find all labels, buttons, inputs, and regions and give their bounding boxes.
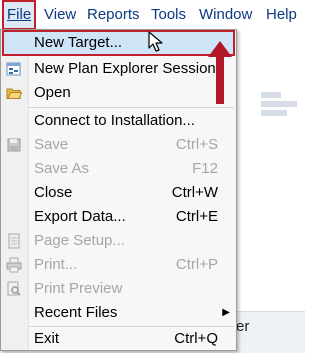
annotation-arrow-icon: [208, 41, 232, 104]
menu-item-label: Save: [34, 136, 69, 153]
menu-item-close[interactable]: Close Ctrl+W: [1, 181, 236, 205]
menu-window-label: Window: [199, 6, 253, 23]
menu-item-shortcut: F12: [192, 160, 218, 177]
background-bar: [261, 92, 281, 98]
menu-item-print[interactable]: Print... Ctrl+P: [1, 253, 236, 277]
menu-separator: [29, 107, 234, 108]
menu-item-label: Close: [34, 184, 73, 201]
menu-window[interactable]: Window: [199, 0, 252, 30]
page-setup-icon: [6, 233, 22, 249]
background-tab-label[interactable]: er: [236, 318, 249, 335]
menu-item-shortcut: Ctrl+E: [175, 208, 218, 225]
menu-item-shortcut: Ctrl+S: [175, 136, 218, 153]
menu-item-label: Recent Files: [34, 304, 118, 321]
menu-item-export-data[interactable]: Export Data... Ctrl+E: [1, 205, 236, 229]
menu-item-label: Open: [34, 84, 71, 101]
menu-item-label: Connect to Installation...: [34, 112, 195, 129]
menu-reports[interactable]: Reports: [87, 0, 140, 30]
folder-open-icon: [6, 85, 23, 101]
menu-item-label: New Target...: [34, 34, 123, 51]
menu-item-recent-files[interactable]: Recent Files ▶: [1, 301, 236, 325]
menu-item-shortcut: Ctrl+W: [171, 184, 218, 201]
file-menu-dropdown: New Target... New Plan Explorer Session …: [0, 29, 237, 351]
background-bar: [261, 110, 287, 116]
menu-item-label: Export Data...: [34, 208, 126, 225]
menu-help[interactable]: Help: [266, 0, 297, 30]
print-preview-icon: [6, 281, 22, 297]
menu-item-new-plan-explorer-session[interactable]: New Plan Explorer Session: [1, 57, 236, 81]
plan-explorer-icon: [6, 61, 22, 77]
menu-item-open[interactable]: Open: [1, 81, 236, 105]
submenu-arrow-icon: ▶: [222, 307, 230, 318]
menu-tools[interactable]: Tools: [151, 0, 186, 30]
menu-view[interactable]: View: [44, 0, 76, 30]
menu-tools-label: Tools: [151, 6, 187, 23]
menu-help-label: Help: [266, 6, 297, 23]
menu-file[interactable]: File: [2, 0, 37, 30]
menu-item-shortcut: Ctrl+Q: [174, 330, 218, 347]
menu-item-label: Save As: [34, 160, 90, 177]
menu-item-page-setup[interactable]: Page Setup...: [1, 229, 236, 253]
printer-icon: [6, 257, 22, 273]
menu-item-label: Page Setup...: [34, 232, 125, 249]
menu-item-exit[interactable]: Exit Ctrl+Q: [1, 327, 236, 351]
menu-item-shortcut: Ctrl+P: [175, 256, 218, 273]
menu-item-label: Print...: [34, 256, 78, 273]
background-toolbar-graphic: [255, 92, 305, 122]
menu-item-print-preview[interactable]: Print Preview: [1, 277, 236, 301]
menu-item-label: Print Preview: [34, 280, 123, 297]
menu-view-label: View: [44, 6, 77, 23]
background-panel: [237, 30, 305, 352]
menu-item-save[interactable]: Save Ctrl+S: [1, 133, 236, 157]
menu-item-label: New Plan Explorer Session: [34, 60, 216, 77]
save-icon: [6, 137, 22, 153]
menu-item-connect-to-installation[interactable]: Connect to Installation...: [1, 109, 236, 133]
menu-file-label: File: [7, 6, 32, 23]
menu-reports-label: Reports: [87, 6, 140, 23]
mouse-cursor-icon: [148, 31, 163, 52]
menu-item-label: Exit: [34, 330, 60, 347]
background-bar: [261, 101, 297, 107]
menu-bar: File View Reports Tools Window Help: [0, 0, 305, 30]
menu-item-save-as[interactable]: Save As F12: [1, 157, 236, 181]
menu-item-new-target[interactable]: New Target...: [1, 31, 236, 55]
